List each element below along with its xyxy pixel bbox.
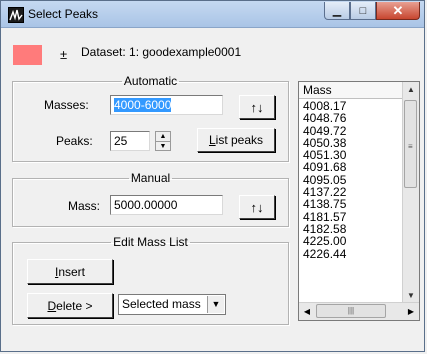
vertical-scroll-thumb[interactable]: ≡ — [404, 100, 417, 188]
mass-label: Mass: — [68, 199, 101, 213]
edit-mass-list-legend: Edit Mass List — [113, 235, 188, 249]
manual-sort-button[interactable]: ↑↓ — [239, 195, 275, 219]
peaks-stepper[interactable]: ▲ ▼ — [155, 131, 171, 151]
automatic-legend: Automatic — [123, 74, 178, 88]
title-bar[interactable]: Select Peaks ▁ □ ✕ — [1, 1, 424, 28]
horizontal-scrollbar[interactable]: ◀ ||| ▶ — [299, 302, 419, 320]
maximize-icon[interactable]: □ — [350, 2, 376, 20]
peaks-input[interactable]: 25 — [110, 131, 150, 151]
list-item[interactable]: 4226.44 — [303, 247, 346, 260]
plus-minus-toggle[interactable]: ± — [60, 47, 67, 62]
minimize-icon[interactable]: ▁ — [324, 2, 350, 20]
chevron-down-icon[interactable]: ▼ — [156, 141, 170, 151]
insert-button[interactable]: Insert — [27, 259, 113, 284]
mass-column-header[interactable]: Mass — [299, 82, 402, 99]
dataset-color-swatch[interactable] — [13, 45, 42, 65]
masses-label: Masses: — [44, 98, 89, 112]
list-item[interactable]: 4138.75 — [303, 198, 346, 211]
list-item[interactable]: 4048.76 — [303, 112, 346, 125]
manual-legend: Manual — [130, 171, 171, 185]
dataset-label: Dataset: 1: goodexample0001 — [81, 45, 242, 59]
chevron-up-icon[interactable]: ▲ — [403, 82, 419, 98]
list-item[interactable]: 4225.00 — [303, 235, 346, 248]
horizontal-scroll-thumb[interactable]: ||| — [316, 304, 386, 318]
delete-button[interactable]: Delete > — [27, 293, 113, 318]
chevron-down-icon[interactable]: ▼ — [207, 296, 224, 313]
delete-mode-select[interactable]: Selected mass ▼ — [118, 294, 226, 315]
peaks-label: Peaks: — [56, 134, 93, 148]
vertical-scrollbar[interactable]: ▲ ≡ ▼ — [402, 82, 419, 304]
masses-input[interactable]: 4000-6000 — [110, 95, 223, 115]
select-peaks-window: Select Peaks ▁ □ ✕ ± Dataset: 1: goodexa… — [0, 0, 425, 352]
mass-input[interactable]: 5000.00000 — [110, 195, 223, 215]
automatic-sort-button[interactable]: ↑↓ — [239, 95, 275, 119]
close-icon[interactable]: ✕ — [376, 2, 420, 20]
list-item[interactable]: 4091.68 — [303, 161, 346, 174]
mass-list[interactable]: Mass 4008.17 4048.76 4049.72 4050.38 405… — [298, 81, 420, 321]
list-peaks-button[interactable]: List peaks — [197, 128, 275, 152]
window-title: Select Peaks — [28, 7, 99, 21]
chevron-up-icon[interactable]: ▲ — [156, 132, 170, 141]
mass-list-items: 4008.17 4048.76 4049.72 4050.38 4051.30 … — [303, 100, 346, 260]
app-icon — [8, 7, 24, 23]
chevron-right-icon[interactable]: ▶ — [403, 303, 419, 320]
chevron-left-icon[interactable]: ◀ — [299, 303, 315, 320]
